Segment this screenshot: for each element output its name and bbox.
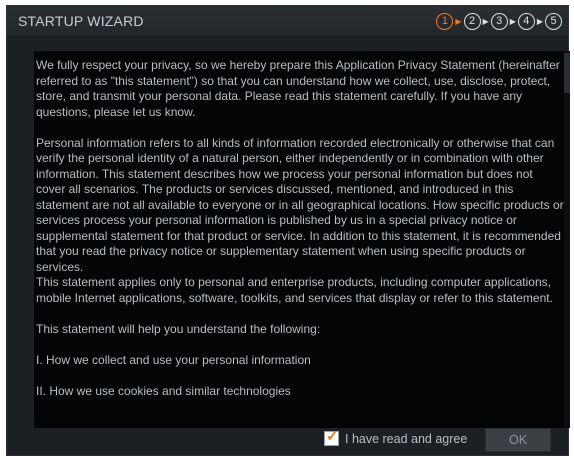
step-5-indicator: 5	[545, 12, 562, 30]
scrollbar-thumb[interactable]	[564, 53, 570, 93]
title-bar: STARTUP WIZARD 1 ▶ 2 ▶ 3 ▶ 4 ▶ 5	[7, 6, 568, 37]
wizard-steps: 1 ▶ 2 ▶ 3 ▶ 4 ▶ 5	[436, 11, 562, 31]
statement-paragraph: I. How we collect and use your personal …	[36, 352, 311, 367]
privacy-statement-text: We fully respect your privacy, so we her…	[36, 58, 564, 399]
privacy-statement-panel[interactable]: We fully respect your privacy, so we her…	[34, 51, 570, 428]
step-1-indicator: 1	[436, 12, 454, 30]
step-arrow-icon: ▶	[455, 16, 462, 26]
window-title: STARTUP WIZARD	[18, 13, 144, 29]
step-arrow-icon: ▶	[482, 16, 489, 26]
statement-paragraph: This statement applies only to personal …	[36, 275, 553, 305]
statement-paragraph: II. How we use cookies and similar techn…	[36, 383, 291, 398]
agree-checkbox-row[interactable]: ✓ I have read and agree	[324, 428, 467, 446]
checkmark-icon: ✓	[326, 428, 339, 445]
ok-button[interactable]: OK	[485, 428, 551, 452]
step-arrow-icon: ▶	[536, 16, 543, 26]
agree-checkbox[interactable]: ✓	[324, 428, 339, 446]
startup-wizard-window: STARTUP WIZARD 1 ▶ 2 ▶ 3 ▶ 4 ▶ 5 We full…	[6, 5, 570, 456]
statement-paragraph: Personal information refers to all kinds…	[36, 135, 564, 274]
step-3-indicator: 3	[490, 12, 508, 30]
statement-paragraph: We fully respect your privacy, so we her…	[36, 58, 560, 119]
agree-label[interactable]: I have read and agree	[345, 432, 467, 446]
step-2-indicator: 2	[463, 12, 481, 30]
step-arrow-icon: ▶	[509, 16, 516, 26]
wizard-footer: ✓ I have read and agree OK	[7, 427, 568, 455]
scrollbar[interactable]	[564, 51, 570, 428]
statement-paragraph: This statement will help you understand …	[36, 321, 321, 336]
step-4-indicator: 4	[517, 12, 535, 30]
